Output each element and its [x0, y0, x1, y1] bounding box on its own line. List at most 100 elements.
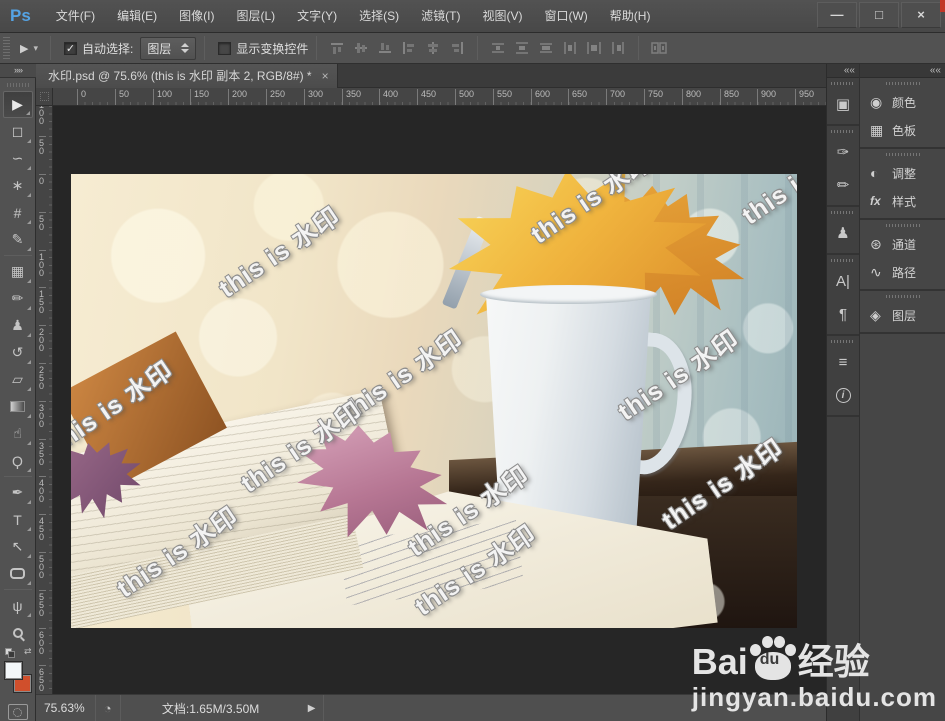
panel-grip[interactable]: [831, 82, 855, 85]
status-expand-arrow[interactable]: ▶: [301, 703, 323, 714]
horizontal-ruler[interactable]: 0 50 100 150 200 250 300 350 400 450 500…: [53, 88, 826, 106]
zoom-tool[interactable]: [3, 619, 33, 646]
panel-grip[interactable]: [831, 340, 855, 343]
path-selection-tool[interactable]: ↖: [3, 533, 33, 560]
show-transform-checkbox[interactable]: [218, 41, 232, 55]
tool-separator: [3, 255, 32, 256]
history-brush-tool[interactable]: ↺: [3, 339, 33, 366]
panel-grip[interactable]: [831, 211, 855, 214]
character-panel-icon[interactable]: A|: [828, 265, 858, 297]
collapse-dock-button[interactable]: ««: [827, 64, 859, 78]
menu-select[interactable]: 选择(S): [348, 0, 410, 33]
info-panel-icon[interactable]: i: [828, 379, 858, 411]
paragraph-panel-icon[interactable]: ¶: [828, 298, 858, 330]
channels-panel-button[interactable]: ⊛ 通道: [860, 230, 945, 258]
ruler-origin-corner[interactable]: [36, 88, 53, 106]
toolbar-expand-button[interactable]: »»: [0, 64, 36, 78]
swatches-panel-button[interactable]: ▦ 色板: [860, 116, 945, 144]
eyedropper-tool[interactable]: ✎: [3, 226, 33, 253]
document-tab[interactable]: 水印.psd @ 75.6% (this is 水印 副本 2, RGB/8#)…: [36, 64, 338, 88]
rounded-rectangle-tool[interactable]: [3, 560, 33, 587]
ruler-label: 900: [757, 89, 776, 105]
panel-grip[interactable]: [885, 224, 920, 227]
collapse-dock-button[interactable]: ««: [860, 64, 945, 78]
menu-view[interactable]: 视图(V): [471, 0, 533, 33]
layers-panel-button[interactable]: ◈ 图层: [860, 301, 945, 329]
current-tool-chip[interactable]: ▶ ▾: [16, 42, 42, 55]
auto-align-layers-button[interactable]: [648, 38, 670, 58]
canvas-area[interactable]: this is 水印 this is 水印 this is 水印 this is…: [53, 106, 826, 694]
clone-stamp-tool[interactable]: ♟: [3, 312, 33, 339]
brush-tool[interactable]: ✏: [3, 285, 33, 312]
menu-edit[interactable]: 编辑(E): [106, 0, 168, 33]
align-right-button[interactable]: [446, 38, 468, 58]
eraser-tool[interactable]: ▱: [3, 366, 33, 393]
distribute-vcenter-button[interactable]: [511, 38, 533, 58]
separator: [638, 36, 640, 60]
panel-grip[interactable]: [831, 259, 855, 262]
patch-tool[interactable]: ▦: [3, 258, 33, 285]
swap-colors-icon[interactable]: ⇄: [3, 646, 33, 660]
align-top-button[interactable]: [326, 38, 348, 58]
dock-group: A| ¶: [827, 259, 859, 336]
close-button[interactable]: ×: [901, 2, 941, 28]
panel-grip[interactable]: [885, 153, 920, 156]
dodge-tool[interactable]: Ϙ: [3, 447, 33, 474]
lasso-tool[interactable]: ∽: [3, 145, 33, 172]
menu-layer[interactable]: 图层(L): [225, 0, 286, 33]
color-panel-button[interactable]: ◉ 颜色: [860, 88, 945, 116]
tools-panel-grip[interactable]: [6, 83, 29, 87]
close-tab-icon[interactable]: ×: [322, 65, 329, 88]
distribute-bottom-button[interactable]: [535, 38, 557, 58]
panel-grip[interactable]: [885, 295, 920, 298]
maximize-button[interactable]: □: [859, 2, 899, 28]
vertical-ruler[interactable]: 100 50 0 50 100 150 200 250 300 350 400 …: [36, 106, 53, 694]
menu-type[interactable]: 文字(Y): [286, 0, 348, 33]
brush-panel-icon[interactable]: ✏: [828, 169, 858, 201]
auto-select-checkbox[interactable]: ✓: [64, 41, 77, 55]
align-hcenter-button[interactable]: [422, 38, 444, 58]
document-image[interactable]: this is 水印 this is 水印 this is 水印 this is…: [71, 174, 797, 628]
paths-panel-button[interactable]: ∿ 路径: [860, 258, 945, 286]
ruler-label: 0: [77, 89, 86, 105]
panel-grip[interactable]: [885, 82, 920, 85]
dock-group: ✑ ✏: [827, 130, 859, 207]
styles-panel-button[interactable]: fx 样式: [860, 187, 945, 215]
layer-comps-icon[interactable]: ▣: [828, 88, 858, 120]
distribute-right-button[interactable]: [607, 38, 629, 58]
menu-image[interactable]: 图像(I): [168, 0, 225, 33]
menu-help[interactable]: 帮助(H): [599, 0, 662, 33]
minimize-button[interactable]: —: [817, 2, 857, 28]
foreground-color-swatch[interactable]: [3, 661, 23, 680]
smudge-tool[interactable]: ☝: [3, 420, 33, 447]
align-left-button[interactable]: [398, 38, 420, 58]
align-bottom-button[interactable]: [374, 38, 396, 58]
brush-presets-icon[interactable]: ✑: [828, 136, 858, 168]
distribute-top-button[interactable]: [487, 38, 509, 58]
measurement-log-icon[interactable]: ≡: [828, 346, 858, 378]
type-tool[interactable]: T: [3, 506, 33, 533]
panel-grip[interactable]: [831, 130, 855, 133]
distribute-hcenter-button[interactable]: [583, 38, 605, 58]
magic-wand-tool[interactable]: ∗: [3, 172, 33, 199]
crop-tool[interactable]: #: [3, 199, 33, 226]
menu-file[interactable]: 文件(F): [45, 0, 106, 33]
menu-window[interactable]: 窗口(W): [533, 0, 598, 33]
ruler-label: 300: [39, 401, 46, 429]
quick-mask-button[interactable]: [7, 704, 28, 720]
panel-label: 路径: [892, 265, 917, 280]
align-vcenter-button[interactable]: [350, 38, 372, 58]
zoom-level-field[interactable]: 75.63%: [36, 701, 95, 715]
adjustments-panel-button[interactable]: ◐ 调整: [860, 159, 945, 187]
menu-filter[interactable]: 滤镜(T): [410, 0, 471, 33]
fx-icon: fx: [870, 194, 881, 208]
auto-select-target-dropdown[interactable]: 图层: [140, 36, 197, 60]
pen-tool[interactable]: ✒: [3, 479, 33, 506]
distribute-left-button[interactable]: [559, 38, 581, 58]
clone-source-icon[interactable]: ♟: [828, 217, 858, 249]
rectangular-marquee-tool[interactable]: ◻: [3, 118, 33, 145]
options-grip[interactable]: [3, 37, 10, 59]
move-tool[interactable]: ▶: [2, 91, 33, 118]
hand-tool[interactable]: ψ: [3, 592, 33, 619]
gradient-tool[interactable]: [3, 393, 33, 420]
